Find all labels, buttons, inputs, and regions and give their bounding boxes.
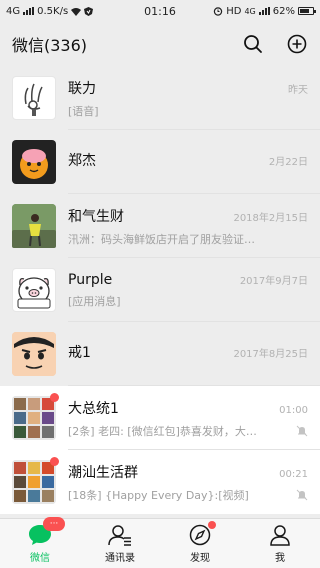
- network-type: 4G: [6, 5, 21, 17]
- tab-icon-wrap: [107, 523, 133, 547]
- add-button[interactable]: [286, 33, 308, 55]
- group-avatar-icon: [12, 460, 56, 504]
- chat-name: 郑杰: [68, 152, 96, 169]
- chat-time: 2017年9月7日: [239, 275, 308, 287]
- person-photo-avatar-icon: [12, 204, 56, 248]
- fruit-mascot-avatar-icon: [20, 149, 48, 179]
- tab-chats[interactable]: ··· 微信: [0, 517, 80, 564]
- chat-body: 郑杰 2月22日: [68, 150, 308, 175]
- mute-bell-icon: [296, 425, 308, 436]
- signal-icon-2: [258, 7, 270, 15]
- network-speed: 0.5K/s: [37, 5, 69, 17]
- chat-item-dazongtong1[interactable]: 大总统1 01:00 [2条] 老四: [微信红包]恭喜发财，大…: [0, 386, 320, 450]
- contacts-icon: [108, 525, 131, 546]
- chat-body: Purple 2017年9月7日 [应用消息]: [68, 272, 308, 309]
- ok-hand-avatar-icon: [24, 83, 43, 116]
- chat-name: 联力: [68, 80, 96, 97]
- tab-dot: [208, 521, 216, 529]
- chat-preview: 汛洲：码头海鲜饭店开启了朋友验证…: [68, 232, 255, 246]
- chat-time: 昨天: [288, 84, 308, 96]
- chat-preview: [2条] 老四: [微信红包]恭喜发财，大…: [68, 424, 257, 438]
- status-bar: 4G 0.5K/s 01:16 HD 4G 62%: [0, 0, 320, 22]
- shield-icon: [84, 6, 94, 16]
- chat-name: 戒1: [68, 344, 91, 361]
- battery-percent: 62%: [272, 5, 295, 17]
- tab-icon-wrap: ···: [27, 517, 65, 547]
- unread-dot: [50, 393, 59, 402]
- tab-bar: ··· 微信 通讯录 发现 我: [0, 517, 320, 568]
- search-button[interactable]: [242, 33, 264, 55]
- chat-item-lianli[interactable]: 联力 昨天 [语音]: [0, 66, 320, 130]
- header-actions: [242, 33, 308, 55]
- app-header: 微信(336): [0, 22, 320, 66]
- avatar: [12, 457, 59, 504]
- chat-list: 联力 昨天 [语音] 郑杰 2月22日 和气生财 2018年2月15日 汛洲：码…: [0, 66, 320, 518]
- chat-item-chaoshanshenghuoqun[interactable]: 潮汕生活群 00:21 [18条] {Happy Every Day}:[视频]: [0, 450, 320, 514]
- status-right: HD 4G 62%: [213, 5, 316, 17]
- chat-body: 大总统1 01:00 [2条] 老四: [微信红包]恭喜发财，大…: [68, 398, 308, 439]
- chat-body: 联力 昨天 [语音]: [68, 78, 308, 119]
- chat-time: 01:00: [279, 404, 308, 416]
- plus-circle-icon: [287, 34, 307, 54]
- alarm-icon: [214, 7, 223, 16]
- chat-time: 2017年8月25日: [233, 348, 308, 360]
- chat-preview: [应用消息]: [68, 294, 121, 308]
- tab-icon-wrap: [187, 521, 216, 547]
- tab-me[interactable]: 我: [240, 523, 320, 564]
- network-type-2: 4G: [244, 6, 256, 16]
- chat-body: 和气生财 2018年2月15日 汛洲：码头海鲜饭店开启了朋友验证…: [68, 206, 308, 247]
- wifi-icon: [71, 7, 82, 16]
- chat-body: 戒1 2017年8月25日: [68, 342, 308, 367]
- chat-name: 潮汕生活群: [68, 464, 138, 481]
- chat-name: 和气生财: [68, 208, 124, 225]
- avatar: [12, 204, 56, 248]
- avatar: [12, 140, 56, 184]
- group-avatar-icon: [12, 396, 56, 440]
- pig-cartoon-avatar-icon: [17, 277, 51, 309]
- avatar: [12, 332, 56, 376]
- signal-icon: [23, 7, 35, 15]
- cartoon-boy-avatar-icon: [12, 332, 56, 376]
- chat-item-heqishengcai[interactable]: 和气生财 2018年2月15日 汛洲：码头海鲜饭店开启了朋友验证…: [0, 194, 320, 258]
- person-icon: [270, 525, 290, 546]
- chat-time: 00:21: [279, 468, 308, 480]
- page-title: 微信(336): [12, 36, 88, 55]
- tab-label: 我: [275, 553, 285, 564]
- compass-icon: [189, 524, 211, 546]
- tab-label: 通讯录: [105, 553, 135, 564]
- chat-item-purple[interactable]: Purple 2017年9月7日 [应用消息]: [0, 258, 320, 322]
- chat-name: 大总统1: [68, 400, 119, 417]
- chat-item-zhengjie[interactable]: 郑杰 2月22日: [0, 130, 320, 194]
- tab-label: 发现: [190, 553, 210, 564]
- chat-body: 潮汕生活群 00:21 [18条] {Happy Every Day}:[视频]: [68, 462, 308, 503]
- tab-label: 微信: [30, 553, 50, 564]
- avatar: [12, 268, 56, 312]
- search-icon: [244, 35, 262, 53]
- chat-name: Purple: [68, 271, 113, 288]
- status-left: 4G 0.5K/s: [6, 5, 94, 17]
- tab-discover[interactable]: 发现: [160, 521, 240, 564]
- chat-item-jie1[interactable]: 戒1 2017年8月25日: [0, 322, 320, 386]
- chat-time: 2018年2月15日: [233, 212, 308, 224]
- tab-icon-wrap: [267, 523, 293, 547]
- chat-preview: [语音]: [68, 104, 99, 118]
- avatar: [12, 393, 59, 440]
- mute-bell-icon: [296, 489, 308, 500]
- chat-time: 2月22日: [268, 156, 308, 168]
- avatar: [12, 76, 56, 120]
- hd-indicator: HD: [226, 5, 242, 17]
- battery-icon: [298, 7, 316, 15]
- tab-badge: ···: [43, 517, 65, 531]
- chat-preview: [18条] {Happy Every Day}:[视频]: [68, 488, 249, 502]
- unread-dot: [50, 457, 59, 466]
- tab-contacts[interactable]: 通讯录: [80, 523, 160, 564]
